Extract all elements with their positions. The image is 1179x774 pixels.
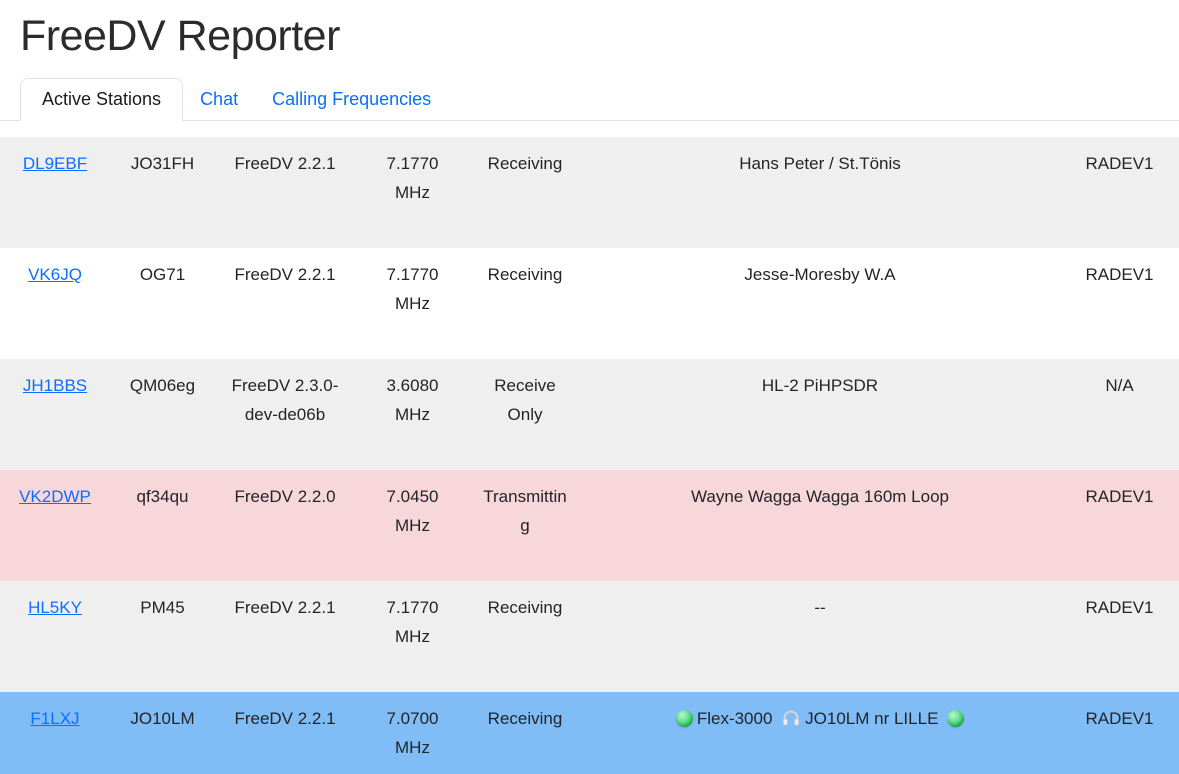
callsign-link[interactable]: DL9EBF (23, 154, 87, 173)
tab-calling-frequencies[interactable]: Calling Frequencies (255, 78, 448, 121)
server: RADEV1 (1060, 581, 1179, 692)
status: Receiving (470, 692, 580, 774)
user-message-text: JO10LM nr LILLE (805, 709, 938, 728)
tab-chat[interactable]: Chat (183, 78, 255, 121)
user-message-radio: Flex-3000 (697, 709, 773, 728)
user-message: Hans Peter / St.Tönis (580, 137, 1060, 248)
status: Receiving (470, 248, 580, 359)
grid-square: PM45 (110, 581, 215, 692)
frequency-unit: MHz (363, 733, 462, 762)
tab-active-stations-label[interactable]: Active Stations (20, 78, 183, 121)
frequency-value: 7.1770 (363, 149, 462, 178)
frequency-value: 3.6080 (363, 371, 462, 400)
tab-active-stations[interactable]: Active Stations (20, 78, 183, 121)
page-header: FreeDV Reporter (0, 0, 1179, 64)
version: FreeDV 2.2.1 (215, 692, 355, 774)
user-message: -- (580, 581, 1060, 692)
user-message: Flex-3000 JO10LM nr LILLE (580, 692, 1060, 774)
online-green-dot-icon (676, 710, 693, 727)
frequency-unit: MHz (363, 622, 462, 651)
station-row-vk2dwp[interactable]: VK2DWP qf34qu FreeDV 2.2.0 7.0450 MHz Tr… (0, 470, 1179, 581)
server: RADEV1 (1060, 470, 1179, 581)
online-green-dot-icon (947, 710, 964, 727)
headphones-icon (781, 708, 801, 737)
station-row-hl5ky[interactable]: HL5KY PM45 FreeDV 2.2.1 7.1770 MHz Recei… (0, 581, 1179, 692)
callsign-link[interactable]: HL5KY (28, 598, 82, 617)
frequency: 7.1770 MHz (355, 248, 470, 359)
frequency-unit: MHz (363, 289, 462, 318)
version: FreeDV 2.3.0-dev-de06b (215, 359, 355, 470)
station-row-jh1bbs[interactable]: JH1BBS QM06eg FreeDV 2.3.0-dev-de06b 3.6… (0, 359, 1179, 470)
grid-square: JO10LM (110, 692, 215, 774)
grid-square: QM06eg (110, 359, 215, 470)
tab-chat-label[interactable]: Chat (183, 78, 255, 121)
user-message: Jesse-Moresby W.A (580, 248, 1060, 359)
version: FreeDV 2.2.0 (215, 470, 355, 581)
active-stations-table: DL9EBF JO31FH FreeDV 2.2.1 7.1770 MHz Re… (0, 137, 1179, 774)
version: FreeDV 2.2.1 (215, 137, 355, 248)
user-message: HL-2 PiHPSDR (580, 359, 1060, 470)
station-row-f1lxj[interactable]: F1LXJ JO10LM FreeDV 2.2.1 7.0700 MHz Rec… (0, 692, 1179, 774)
callsign-link[interactable]: VK6JQ (28, 265, 82, 284)
status: Receiving (470, 137, 580, 248)
server: RADEV1 (1060, 137, 1179, 248)
frequency: 3.6080 MHz (355, 359, 470, 470)
server: RADEV1 (1060, 692, 1179, 774)
server: RADEV1 (1060, 248, 1179, 359)
version: FreeDV 2.2.1 (215, 581, 355, 692)
version: FreeDV 2.2.1 (215, 248, 355, 359)
status: Receiving (470, 581, 580, 692)
grid-square: qf34qu (110, 470, 215, 581)
tab-bar: Active Stations Chat Calling Frequencies (0, 78, 1179, 121)
status: Transmitting (470, 470, 580, 581)
frequency-value: 7.0700 (363, 704, 462, 733)
frequency-value: 7.1770 (363, 260, 462, 289)
grid-square: JO31FH (110, 137, 215, 248)
user-message: Wayne Wagga Wagga 160m Loop (580, 470, 1060, 581)
frequency-unit: MHz (363, 511, 462, 540)
frequency: 7.0700 MHz (355, 692, 470, 774)
frequency: 7.1770 MHz (355, 581, 470, 692)
server: N/A (1060, 359, 1179, 470)
grid-square: OG71 (110, 248, 215, 359)
frequency-value: 7.1770 (363, 593, 462, 622)
frequency-unit: MHz (363, 178, 462, 207)
status: Receive Only (470, 359, 580, 470)
callsign-link[interactable]: F1LXJ (30, 709, 79, 728)
frequency-unit: MHz (363, 400, 462, 429)
callsign-link[interactable]: VK2DWP (19, 487, 91, 506)
station-row-vk6jq[interactable]: VK6JQ OG71 FreeDV 2.2.1 7.1770 MHz Recei… (0, 248, 1179, 359)
frequency: 7.0450 MHz (355, 470, 470, 581)
station-row-dl9ebf[interactable]: DL9EBF JO31FH FreeDV 2.2.1 7.1770 MHz Re… (0, 137, 1179, 248)
frequency-value: 7.0450 (363, 482, 462, 511)
callsign-link[interactable]: JH1BBS (23, 376, 87, 395)
tab-calling-frequencies-label[interactable]: Calling Frequencies (255, 78, 448, 121)
frequency: 7.1770 MHz (355, 137, 470, 248)
page-title: FreeDV Reporter (20, 10, 1159, 64)
